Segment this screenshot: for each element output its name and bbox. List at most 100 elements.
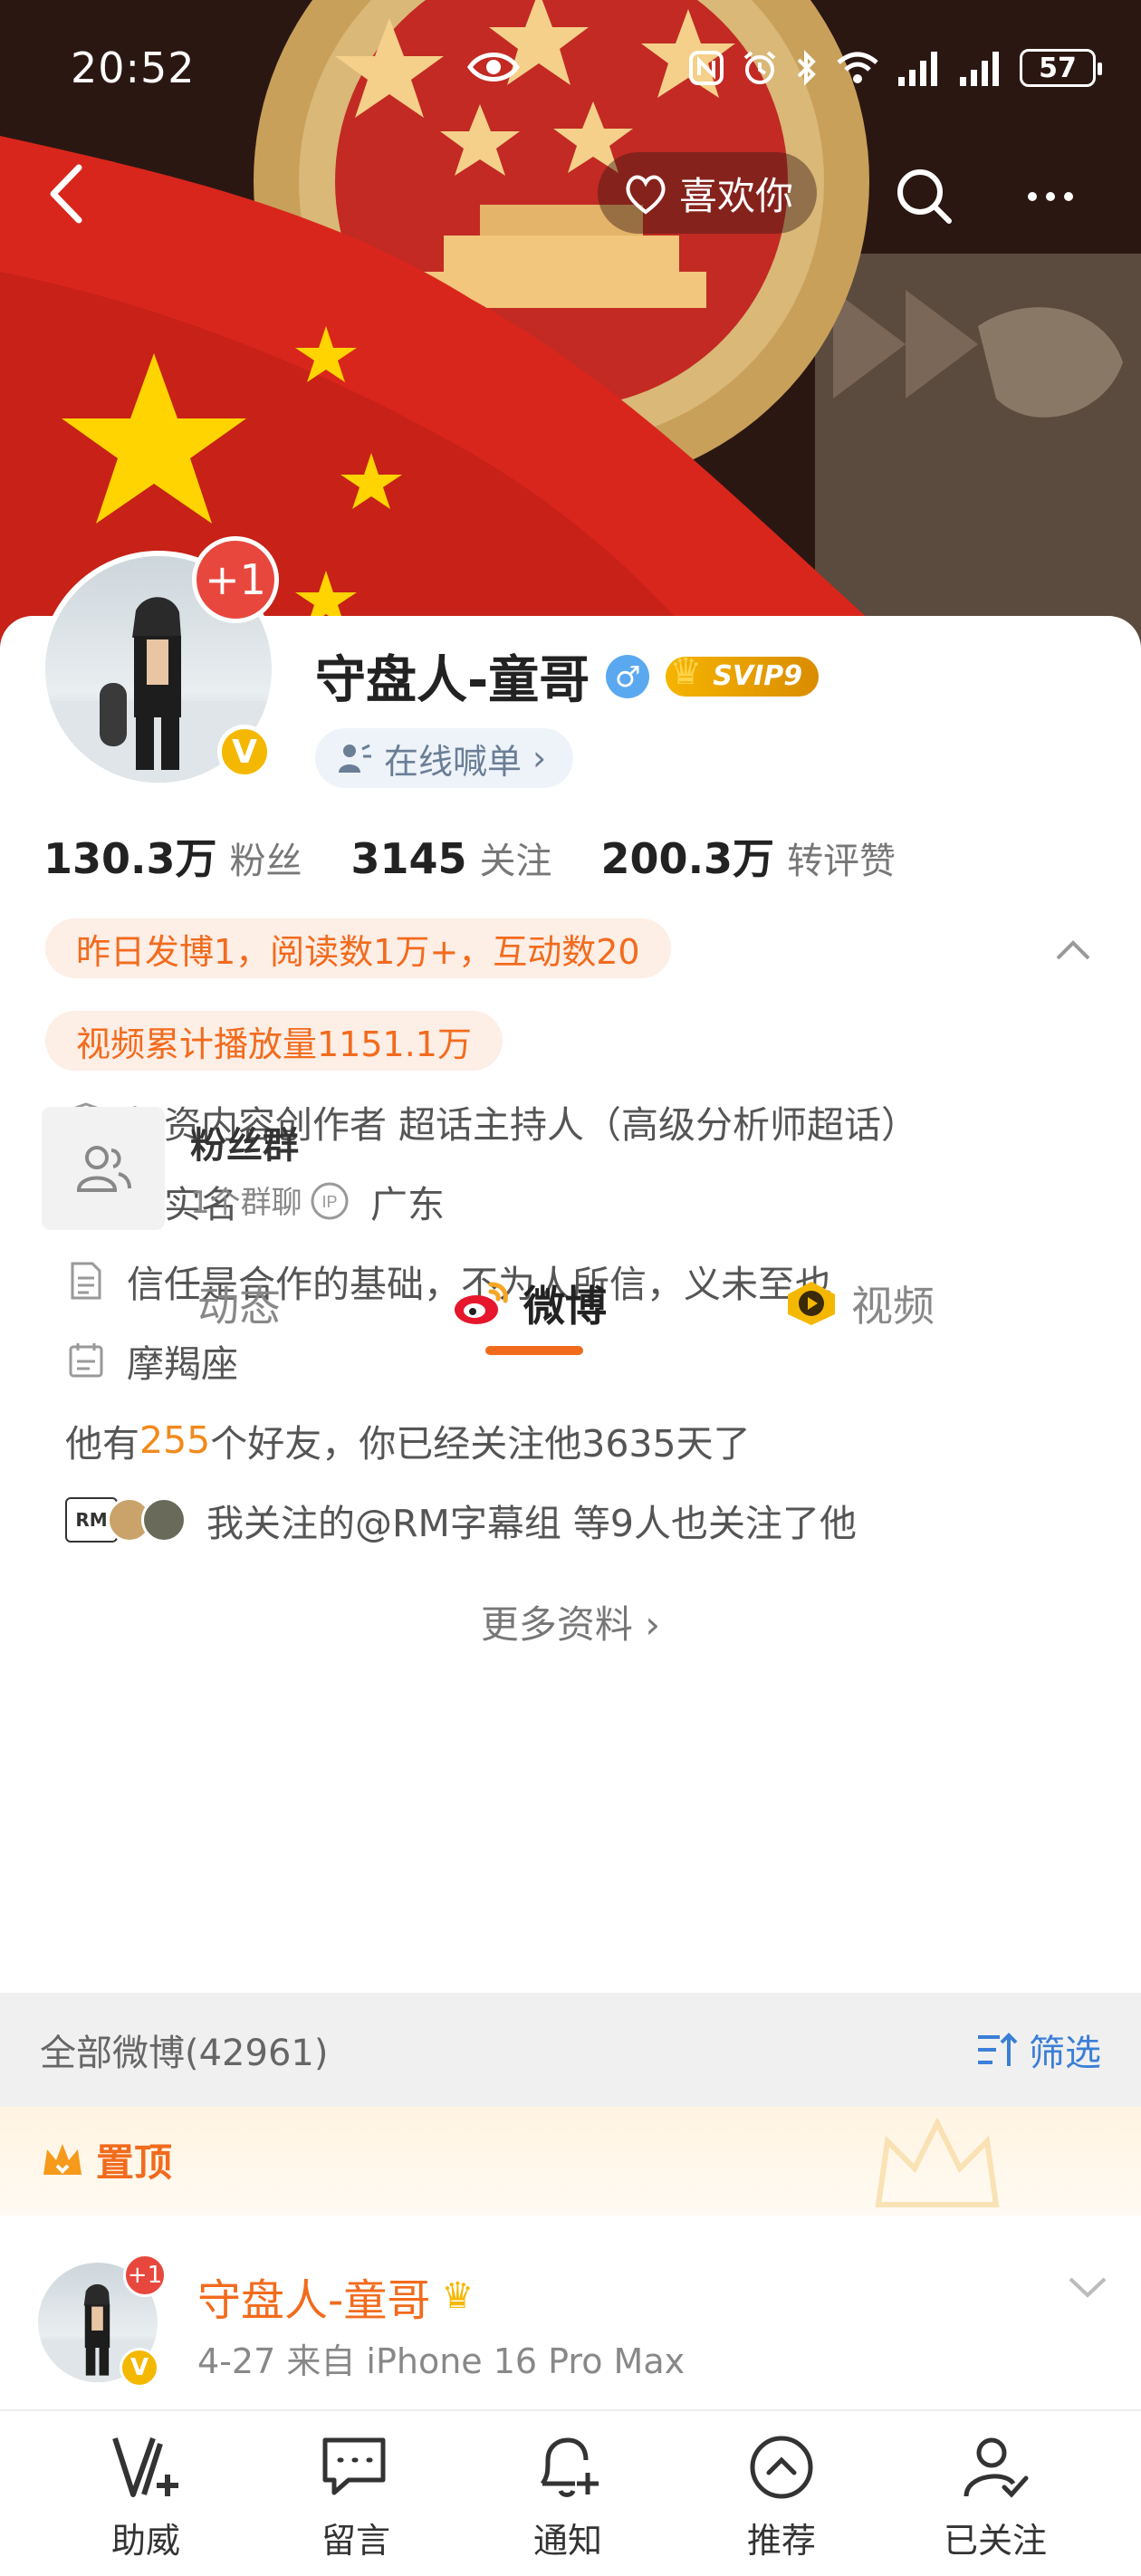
male-gender-icon: ♂ <box>606 654 650 698</box>
fan-group-title[interactable]: 粉丝群 <box>190 1116 299 1168</box>
video-plays-tag[interactable]: 视频累计播放量1151.1万 <box>45 1011 503 1071</box>
filter-button[interactable]: 筛选 <box>974 2023 1101 2076</box>
filter-label: 筛选 <box>1029 2033 1101 2074</box>
stat-number: 130.3万 <box>43 834 217 883</box>
nfc-icon <box>689 51 724 85</box>
cheer-button[interactable]: 助威 <box>78 2431 214 2562</box>
battery-indicator: 57 <box>1020 49 1102 87</box>
status-bar: 20:52 57 <box>0 36 1141 109</box>
activity-tag[interactable]: 昨日发博1，阅读数1万+，互动数20 <box>45 918 671 978</box>
stat-followers[interactable]: 130.3万 粉丝 <box>43 826 302 886</box>
tab-feed[interactable]: 动态 <box>197 1274 281 1333</box>
weibo-logo-icon <box>455 1282 508 1324</box>
top-nav: 喜欢你 <box>0 145 1141 245</box>
signal-icon-1 <box>898 52 937 86</box>
svip-crown-icon: ♛ <box>441 2275 475 2317</box>
chevron-right-icon: › <box>532 738 547 778</box>
online-call-label: 在线喊单 <box>384 741 523 782</box>
bell-plus-icon <box>540 2437 599 2497</box>
fan-group-subtitle: 1个群聊 <box>190 1185 302 1221</box>
ip-location-text: 广东 <box>370 1183 445 1226</box>
post-author-row: 守盘人-童哥 ♛ <box>197 2264 474 2328</box>
message-button[interactable]: 留言 <box>288 2431 424 2562</box>
tab-video[interactable]: 视频 <box>784 1274 935 1333</box>
profile-stats: 130.3万 粉丝 3145 关注 200.3万 转评赞 <box>43 826 896 886</box>
fan-group-icon-box[interactable] <box>42 1107 165 1230</box>
chevron-up-circle-icon <box>750 2436 813 2499</box>
signal-icon-2 <box>960 52 999 86</box>
filter-icon <box>978 2033 1018 2066</box>
wifi-icon <box>837 52 878 83</box>
tab-weibo[interactable]: 微博 <box>451 1274 607 1333</box>
post-verified-v-icon: V <box>120 2348 159 2388</box>
eye-icon <box>466 49 521 89</box>
pinned-label-wrap: 置顶 <box>40 2132 172 2187</box>
notify-label: 通知 <box>532 2521 602 2561</box>
stat-label: 关注 <box>479 841 552 882</box>
back-button[interactable] <box>34 158 98 230</box>
status-time: 20:52 <box>71 43 196 92</box>
followed-button[interactable]: 已关注 <box>927 2431 1063 2562</box>
pinned-post[interactable]: +1 V 守盘人-童哥 ♛ 4-27 来自 iPhone 16 Pro Max <box>0 2216 1141 2409</box>
profile-tabs: 动态 微博 视频 <box>0 1263 1141 1362</box>
more-dot-icon <box>1064 192 1073 201</box>
stat-number: 200.3万 <box>600 834 775 883</box>
stat-label: 转评赞 <box>787 841 896 882</box>
cheer-v-plus-icon <box>112 2437 178 2497</box>
verified-v-icon: V <box>217 725 272 779</box>
recommend-button[interactable]: 推荐 <box>714 2431 849 2562</box>
tab-feed-label: 动态 <box>197 1282 281 1331</box>
name-row: 守盘人-童哥 ♂ ♛ SVIP9 <box>315 639 820 713</box>
chevron-right-icon: › <box>645 1602 661 1647</box>
plus-one-badge: +1 <box>192 536 279 623</box>
more-options-button[interactable] <box>1014 165 1087 228</box>
recommend-label: 推荐 <box>746 2521 816 2561</box>
profile-avatar-wrap[interactable]: +1 V <box>40 536 279 788</box>
video-play-icon <box>788 1282 835 1325</box>
followed-label: 已关注 <box>943 2521 1047 2561</box>
friends-prefix: 他有 <box>65 1422 139 1466</box>
cheer-label: 助威 <box>110 2521 180 2561</box>
tab-weibo-label: 微博 <box>523 1282 607 1331</box>
group-people-icon <box>76 1146 131 1192</box>
stat-interactions[interactable]: 200.3万 转评赞 <box>601 826 896 886</box>
more-info-label: 更多资料 <box>480 1602 633 1647</box>
stat-following[interactable]: 3145 关注 <box>351 831 552 884</box>
stat-label: 粉丝 <box>229 841 302 882</box>
more-info-link[interactable]: 更多资料 › <box>0 1594 1141 1649</box>
online-call-button[interactable]: 在线喊单 › <box>315 728 574 788</box>
heart-hand-icon <box>626 175 666 215</box>
all-weibo-count: 全部微博(42961) <box>40 2033 329 2074</box>
search-button[interactable] <box>893 165 956 228</box>
post-plus-badge: +1 <box>123 2254 167 2297</box>
ip-icon: IP <box>311 1182 349 1220</box>
notify-button[interactable]: 通知 <box>500 2431 636 2562</box>
megaphone-person-icon <box>339 744 371 773</box>
friends-suffix: 个好友，你已经关注他3635天了 <box>210 1422 751 1466</box>
common-follow-avatars: RM <box>65 1497 187 1543</box>
post-meta: 4-27 来自 iPhone 16 Pro Max <box>197 2341 686 2381</box>
like-you-button[interactable]: 喜欢你 <box>598 152 818 234</box>
comment-icon <box>322 2437 386 2495</box>
info-friends[interactable]: 他有 255 个好友，你已经关注他3635天了 <box>65 1413 751 1467</box>
info-common-follow[interactable]: RM 我关注的@RM字幕组 等9人也关注了他 <box>65 1493 857 1547</box>
crown-icon: ♛ <box>669 650 703 693</box>
crown-icon <box>43 2143 82 2175</box>
post-author-name[interactable]: 守盘人-童哥 <box>197 2264 430 2328</box>
stat-number: 3145 <box>350 834 467 883</box>
profile-name: 守盘人-童哥 <box>315 651 590 710</box>
more-dot-icon <box>1028 192 1037 201</box>
status-icons: 57 <box>688 49 1102 87</box>
mini-avatar <box>141 1497 187 1543</box>
message-label: 留言 <box>321 2521 390 2561</box>
more-dot-icon <box>1046 192 1055 201</box>
active-tab-indicator <box>485 1346 583 1355</box>
common-follow-text: 我关注的@RM字幕组 等9人也关注了他 <box>206 1502 857 1545</box>
back-arrow-icon <box>50 164 82 224</box>
chevron-down-icon[interactable] <box>1065 2270 1110 2306</box>
pinned-label: 置顶 <box>96 2140 173 2185</box>
svip-badge[interactable]: ♛ SVIP9 <box>666 651 820 697</box>
friends-count: 255 <box>139 1418 211 1462</box>
chevron-up-icon[interactable] <box>1050 928 1096 973</box>
user-check-icon <box>964 2437 1029 2498</box>
